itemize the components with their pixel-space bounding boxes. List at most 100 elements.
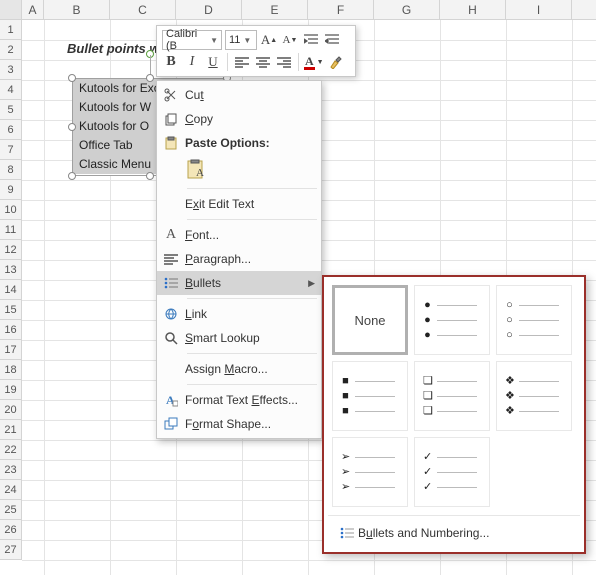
- text-effects-icon: A: [157, 388, 185, 412]
- menu-label: Bullets and Numbering...: [358, 526, 489, 540]
- search-icon: [157, 326, 185, 350]
- underline-button[interactable]: U: [204, 52, 222, 72]
- row-header[interactable]: 24: [0, 480, 21, 500]
- menu-smart-lookup[interactable]: Smart Lookup: [157, 326, 321, 350]
- row-header[interactable]: 5: [0, 100, 21, 120]
- menu-assign-macro[interactable]: Assign Macro...: [157, 357, 321, 381]
- col-header-b[interactable]: B: [44, 0, 110, 19]
- resize-handle[interactable]: [68, 74, 76, 82]
- row-header[interactable]: 12: [0, 240, 21, 260]
- menu-label: Font...: [185, 228, 315, 242]
- row-header[interactable]: 4: [0, 80, 21, 100]
- col-header-c[interactable]: C: [110, 0, 176, 19]
- col-header-e[interactable]: E: [242, 0, 308, 19]
- row-header[interactable]: 9: [0, 180, 21, 200]
- menu-label: Cut: [185, 88, 315, 102]
- col-header-g[interactable]: G: [374, 0, 440, 19]
- row-header[interactable]: 22: [0, 440, 21, 460]
- row-header[interactable]: 6: [0, 120, 21, 140]
- col-header-i[interactable]: I: [506, 0, 572, 19]
- menu-label: Format Shape...: [185, 417, 315, 431]
- row-header[interactable]: 25: [0, 500, 21, 520]
- increase-indent-icon: [325, 34, 339, 46]
- resize-handle[interactable]: [68, 172, 76, 180]
- row-header[interactable]: 13: [0, 260, 21, 280]
- row-header[interactable]: 21: [0, 420, 21, 440]
- format-painter-button[interactable]: [327, 52, 345, 72]
- select-all-corner[interactable]: [0, 0, 22, 19]
- font-size-combo[interactable]: 11▼: [225, 30, 257, 50]
- menu-label: Smart Lookup: [185, 331, 315, 345]
- mini-toolbar: Calibri (B▼ 11▼ A▲ A▼ B I U A▼: [156, 25, 356, 77]
- align-left-icon: [235, 56, 249, 68]
- decrease-indent-button[interactable]: [302, 30, 320, 50]
- link-icon: [157, 302, 185, 326]
- row-header[interactable]: 14: [0, 280, 21, 300]
- bold-button[interactable]: B: [162, 52, 180, 72]
- menu-format-shape[interactable]: Format Shape...: [157, 412, 321, 436]
- row-header[interactable]: 20: [0, 400, 21, 420]
- grow-font-button[interactable]: A▲: [260, 30, 278, 50]
- align-right-button[interactable]: [275, 52, 293, 72]
- row-header[interactable]: 3: [0, 60, 21, 80]
- italic-button[interactable]: I: [183, 52, 201, 72]
- menu-copy[interactable]: Copy: [157, 107, 321, 131]
- row-header[interactable]: 27: [0, 540, 21, 560]
- row-header[interactable]: 7: [0, 140, 21, 160]
- align-right-icon: [277, 56, 291, 68]
- bullets-icon: [157, 271, 185, 295]
- bullet-option-filled-square[interactable]: ■ ■ ■: [332, 361, 408, 431]
- chevron-down-icon: ▼: [317, 59, 324, 66]
- bullet-option-none[interactable]: None: [332, 285, 408, 355]
- bullets-and-numbering[interactable]: Bullets and Numbering...: [332, 522, 576, 544]
- menu-label: Assign Macro...: [185, 362, 315, 376]
- format-shape-icon: [157, 412, 185, 436]
- row-header[interactable]: 23: [0, 460, 21, 480]
- bullet-option-filled-round[interactable]: ● ● ●: [414, 285, 490, 355]
- col-header-a[interactable]: A: [22, 0, 44, 19]
- align-center-button[interactable]: [254, 52, 272, 72]
- resize-handle[interactable]: [68, 123, 76, 131]
- shrink-font-button[interactable]: A▼: [281, 30, 299, 50]
- row-header[interactable]: 17: [0, 340, 21, 360]
- font-name-combo[interactable]: Calibri (B▼: [162, 30, 222, 50]
- menu-bullets[interactable]: Bullets ▶: [157, 271, 321, 295]
- row-header[interactable]: 15: [0, 300, 21, 320]
- menu-font[interactable]: A Font...: [157, 223, 321, 247]
- increase-indent-button[interactable]: [323, 30, 341, 50]
- row-header[interactable]: 2: [0, 40, 21, 60]
- row-header[interactable]: 10: [0, 200, 21, 220]
- menu-format-text-effects[interactable]: A Format Text Effects...: [157, 388, 321, 412]
- resize-handle[interactable]: [146, 172, 154, 180]
- menu-exit-edit-text[interactable]: Exit Edit Text: [157, 192, 321, 216]
- bullet-option-hollow-square[interactable]: ❏ ❏ ❏: [414, 361, 490, 431]
- chevron-down-icon: ▼: [243, 36, 251, 45]
- menu-cut[interactable]: Cut: [157, 83, 321, 107]
- col-header-h[interactable]: H: [440, 0, 506, 19]
- chevron-down-icon: ▼: [210, 36, 218, 45]
- row-headers: 1 2 3 4 5 6 7 8 9 10 11 12 13 14 15 16 1…: [0, 20, 22, 560]
- bullet-option-check[interactable]: ✓ ✓ ✓: [414, 437, 490, 507]
- row-header[interactable]: 19: [0, 380, 21, 400]
- menu-link[interactable]: Link: [157, 302, 321, 326]
- bullet-option-hollow-round[interactable]: ○ ○ ○: [496, 285, 572, 355]
- col-header-f[interactable]: F: [308, 0, 374, 19]
- decrease-indent-icon: [304, 34, 318, 46]
- paste-option-keep-text[interactable]: A: [157, 155, 321, 185]
- row-header[interactable]: 11: [0, 220, 21, 240]
- col-header-d[interactable]: D: [176, 0, 242, 19]
- font-name-value: Calibri (B: [166, 28, 207, 52]
- row-header[interactable]: 1: [0, 20, 21, 40]
- menu-label: Copy: [185, 112, 315, 126]
- resize-handle[interactable]: [146, 74, 154, 82]
- row-header[interactable]: 16: [0, 320, 21, 340]
- row-header[interactable]: 8: [0, 160, 21, 180]
- bullet-option-diamond[interactable]: ❖ ❖ ❖: [496, 361, 572, 431]
- menu-paragraph[interactable]: Paragraph...: [157, 247, 321, 271]
- bullet-option-arrow[interactable]: ➢ ➢ ➢: [332, 437, 408, 507]
- column-headers: A B C D E F G H I: [0, 0, 596, 20]
- font-color-button[interactable]: A▼: [304, 52, 324, 72]
- align-left-button[interactable]: [233, 52, 251, 72]
- row-header[interactable]: 26: [0, 520, 21, 540]
- row-header[interactable]: 18: [0, 360, 21, 380]
